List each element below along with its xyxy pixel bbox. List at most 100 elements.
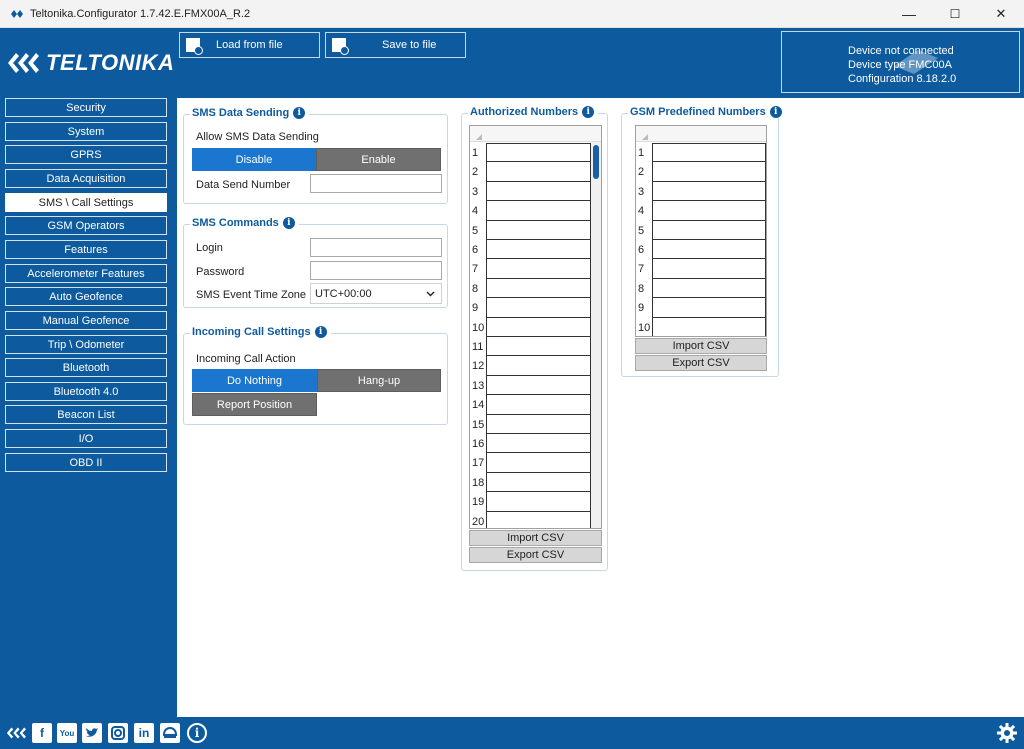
- teltonika-icon[interactable]: [6, 723, 26, 743]
- maximize-button[interactable]: ☐: [932, 0, 978, 28]
- sidebar-item-system[interactable]: System: [5, 122, 167, 141]
- allow-sms-data-sending-label: Allow SMS Data Sending: [196, 131, 319, 143]
- disable-button[interactable]: Disable: [192, 148, 316, 171]
- sms-commands-title: SMS Commands i: [190, 217, 299, 229]
- phone-number-cell[interactable]: [652, 201, 766, 221]
- gsm-export-csv-button[interactable]: Export CSV: [635, 355, 767, 371]
- phone-number-cell[interactable]: [486, 317, 591, 337]
- header: TELTONIKA Load from file Save to file De…: [0, 28, 1024, 98]
- load-from-file-button[interactable]: Load from file: [179, 32, 320, 58]
- phone-number-cell[interactable]: [486, 434, 591, 454]
- sidebar-item-accelerometer-features[interactable]: Accelerometer Features: [5, 264, 167, 283]
- phone-number-cell[interactable]: [486, 414, 591, 434]
- hang-up-button[interactable]: Hang-up: [317, 369, 441, 392]
- row-number: 4: [638, 205, 645, 218]
- phone-number-cell[interactable]: [652, 240, 766, 260]
- phone-number-cell[interactable]: [652, 317, 766, 336]
- sms-event-time-zone-select[interactable]: UTC+00:00: [310, 283, 442, 304]
- sms-data-sending-title: SMS Data Sending i: [190, 107, 310, 119]
- sidebar-item-gsm-operators[interactable]: GSM Operators: [5, 216, 167, 235]
- phone-number-cell[interactable]: [486, 240, 591, 260]
- linkedin-icon[interactable]: in: [134, 723, 154, 743]
- select-all-corner[interactable]: [642, 134, 648, 140]
- info-icon[interactable]: i: [293, 107, 306, 119]
- phone-number-cell[interactable]: [486, 162, 591, 182]
- phone-number-cell[interactable]: [486, 220, 591, 240]
- sidebar-item-trip-odometer[interactable]: Trip \ Odometer: [5, 335, 167, 354]
- phone-number-cell[interactable]: [486, 511, 591, 528]
- phone-number-cell[interactable]: [486, 395, 591, 415]
- phone-number-cell[interactable]: [652, 278, 766, 299]
- phone-number-cell[interactable]: [652, 162, 766, 182]
- save-to-file-button[interactable]: Save to file: [325, 32, 466, 58]
- device-configuration: Configuration 8.18.2.0: [848, 73, 957, 85]
- time-zone-value: UTC+00:00: [315, 287, 372, 300]
- sms-commands-title-text: SMS Commands: [192, 217, 279, 229]
- sidebar-item-manual-geofence[interactable]: Manual Geofence: [5, 311, 167, 330]
- sidebar-item-security[interactable]: Security: [5, 98, 167, 117]
- row-number: 16: [472, 438, 485, 450]
- phone-number-cell[interactable]: [652, 181, 766, 202]
- row-number: 5: [638, 224, 645, 237]
- sidebar-item-auto-geofence[interactable]: Auto Geofence: [5, 287, 167, 306]
- sidebar-item-beacon-list[interactable]: Beacon List: [5, 405, 167, 424]
- youtube-icon[interactable]: You: [57, 723, 77, 743]
- close-button[interactable]: ✕: [978, 0, 1024, 28]
- sidebar-item-gprs[interactable]: GPRS: [5, 145, 167, 164]
- phone-number-cell[interactable]: [486, 298, 591, 318]
- do-nothing-button[interactable]: Do Nothing: [192, 369, 317, 392]
- phone-number-cell[interactable]: [486, 337, 591, 357]
- info-icon[interactable]: i: [582, 106, 595, 118]
- authorized-numbers-title-text: Authorized Numbers: [470, 106, 579, 118]
- authorized-import-csv-button[interactable]: Import CSV: [469, 530, 602, 546]
- select-all-corner[interactable]: [476, 134, 482, 140]
- phone-number-cell[interactable]: [652, 220, 766, 240]
- info-icon[interactable]: i: [769, 106, 782, 118]
- minimize-button[interactable]: —: [886, 0, 932, 28]
- row-number: 3: [472, 185, 479, 198]
- sidebar-item-obd-ii[interactable]: OBD II: [5, 453, 167, 472]
- gsm-import-csv-button[interactable]: Import CSV: [635, 338, 767, 354]
- main-content: SMS Data Sending i Allow SMS Data Sendin…: [177, 98, 1024, 717]
- sms-data-sending-title-text: SMS Data Sending: [192, 107, 290, 119]
- data-send-number-input[interactable]: [310, 174, 442, 193]
- scrollbar-thumb[interactable]: [593, 145, 599, 179]
- authorized-numbers-scrollbar[interactable]: [591, 142, 601, 528]
- password-label: Password: [196, 266, 245, 278]
- sidebar-item-bluetooth-4[interactable]: Bluetooth 4.0: [5, 382, 167, 401]
- phone-number-cell[interactable]: [486, 278, 591, 299]
- car-icon[interactable]: [160, 723, 180, 743]
- device-info-panel: Device not connected Device type FMC00A …: [781, 31, 1020, 93]
- phone-number-cell[interactable]: [486, 453, 591, 473]
- phone-number-cell[interactable]: [486, 492, 591, 512]
- report-position-button[interactable]: Report Position: [192, 393, 317, 416]
- facebook-icon[interactable]: f: [32, 723, 52, 743]
- phone-number-cell[interactable]: [652, 259, 766, 279]
- authorized-export-csv-button[interactable]: Export CSV: [469, 547, 602, 563]
- phone-number-cell[interactable]: [652, 143, 766, 163]
- phone-number-cell[interactable]: [486, 201, 591, 221]
- sidebar-item-sms-call-settings[interactable]: SMS \ Call Settings: [5, 193, 167, 212]
- chevron-down-icon: [426, 291, 435, 296]
- enable-button[interactable]: Enable: [316, 148, 441, 171]
- phone-number-cell[interactable]: [486, 259, 591, 279]
- row-number: 8: [472, 282, 479, 295]
- sidebar-item-features[interactable]: Features: [5, 240, 167, 259]
- sidebar-item-data-acquisition[interactable]: Data Acquisition: [5, 169, 167, 188]
- info-icon[interactable]: i: [282, 217, 295, 229]
- login-input[interactable]: [310, 238, 442, 257]
- info-icon[interactable]: i: [187, 723, 207, 743]
- phone-number-cell[interactable]: [486, 181, 591, 202]
- password-input[interactable]: [310, 261, 442, 280]
- instagram-icon[interactable]: [108, 723, 128, 743]
- info-icon[interactable]: i: [314, 326, 327, 338]
- phone-number-cell[interactable]: [486, 356, 591, 376]
- phone-number-cell[interactable]: [486, 472, 591, 493]
- sidebar-item-io[interactable]: I/O: [5, 429, 167, 448]
- twitter-icon[interactable]: [82, 723, 102, 743]
- phone-number-cell[interactable]: [486, 143, 591, 163]
- phone-number-cell[interactable]: [486, 375, 591, 396]
- gear-icon[interactable]: [996, 722, 1018, 747]
- sidebar-item-bluetooth[interactable]: Bluetooth: [5, 358, 167, 377]
- phone-number-cell[interactable]: [652, 298, 766, 318]
